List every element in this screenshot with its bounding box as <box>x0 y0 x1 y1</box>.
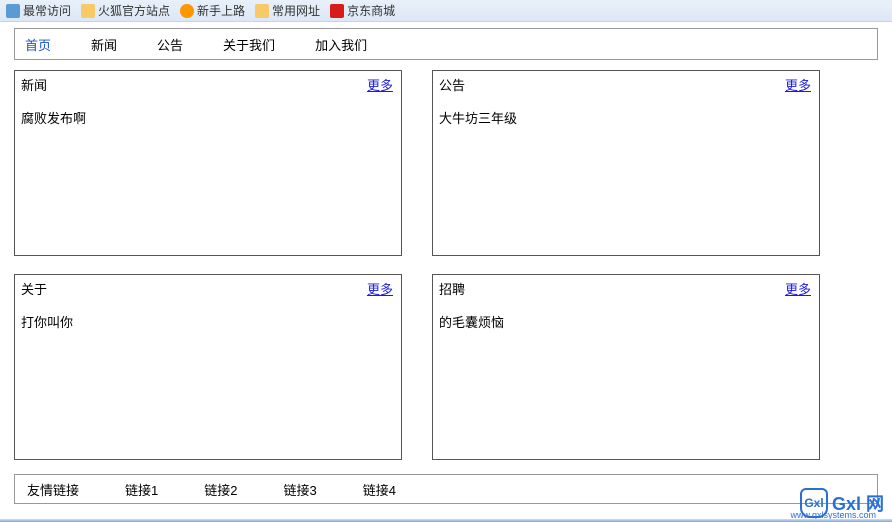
more-link[interactable]: 更多 <box>367 75 393 94</box>
card-title: 公告 <box>439 78 465 93</box>
footer-link-1[interactable]: 链接1 <box>125 480 158 499</box>
site-watermark: Gxl Gxl 网 www.gxlsystems.com <box>800 488 884 518</box>
footer-link-3[interactable]: 链接3 <box>283 480 316 499</box>
bookmark-common-urls[interactable]: 常用网址 <box>255 2 320 19</box>
bookmark-most-visited[interactable]: 最常访问 <box>6 2 71 19</box>
jd-icon <box>330 4 344 18</box>
bookmark-label: 常用网址 <box>272 2 320 19</box>
card-notice: 公告 更多 大牛坊三年级 <box>432 70 820 256</box>
firefox-icon <box>180 4 194 18</box>
bookmark-firefox-official[interactable]: 火狐官方站点 <box>81 2 170 19</box>
footer-label: 友情链接 <box>27 480 79 499</box>
nav-join[interactable]: 加入我们 <box>315 35 367 54</box>
card-about: 关于 更多 打你叫你 <box>14 274 402 460</box>
card-news: 新闻 更多 腐败发布啊 <box>14 70 402 256</box>
card-title: 关于 <box>21 282 47 297</box>
nav-home[interactable]: 首页 <box>25 35 51 54</box>
footer-link-2[interactable]: 链接2 <box>204 480 237 499</box>
folder-icon <box>81 4 95 18</box>
footer-links-bar: 友情链接 链接1 链接2 链接3 链接4 <box>14 474 878 504</box>
card-body: 打你叫你 <box>21 312 395 331</box>
content-grid: 新闻 更多 腐败发布啊 公告 更多 大牛坊三年级 关于 更多 打你叫你 招聘 更… <box>14 70 878 460</box>
card-title: 新闻 <box>21 78 47 93</box>
more-link[interactable]: 更多 <box>367 279 393 298</box>
nav-notice[interactable]: 公告 <box>157 35 183 54</box>
card-body: 的毛囊烦恼 <box>439 312 813 331</box>
more-link[interactable]: 更多 <box>785 279 811 298</box>
card-body: 腐败发布啊 <box>21 108 395 127</box>
bookmark-getting-started[interactable]: 新手上路 <box>180 2 245 19</box>
nav-about[interactable]: 关于我们 <box>223 35 275 54</box>
footer-link-4[interactable]: 链接4 <box>363 480 396 499</box>
bookmark-label: 火狐官方站点 <box>98 2 170 19</box>
card-body: 大牛坊三年级 <box>439 108 813 127</box>
bookmark-label: 新手上路 <box>197 2 245 19</box>
more-link[interactable]: 更多 <box>785 75 811 94</box>
card-recruit: 招聘 更多 的毛囊烦恼 <box>432 274 820 460</box>
folder-icon <box>255 4 269 18</box>
bookmark-label: 京东商城 <box>347 2 395 19</box>
bookmark-icon <box>6 4 20 18</box>
main-nav: 首页 新闻 公告 关于我们 加入我们 <box>14 28 878 60</box>
page-content: 首页 新闻 公告 关于我们 加入我们 新闻 更多 腐败发布啊 公告 更多 大牛坊… <box>0 22 892 504</box>
card-title: 招聘 <box>439 282 465 297</box>
browser-bookmarks-bar: 最常访问 火狐官方站点 新手上路 常用网址 京东商城 <box>0 0 892 22</box>
bookmark-jd[interactable]: 京东商城 <box>330 2 395 19</box>
bookmark-label: 最常访问 <box>23 2 71 19</box>
nav-news[interactable]: 新闻 <box>91 35 117 54</box>
